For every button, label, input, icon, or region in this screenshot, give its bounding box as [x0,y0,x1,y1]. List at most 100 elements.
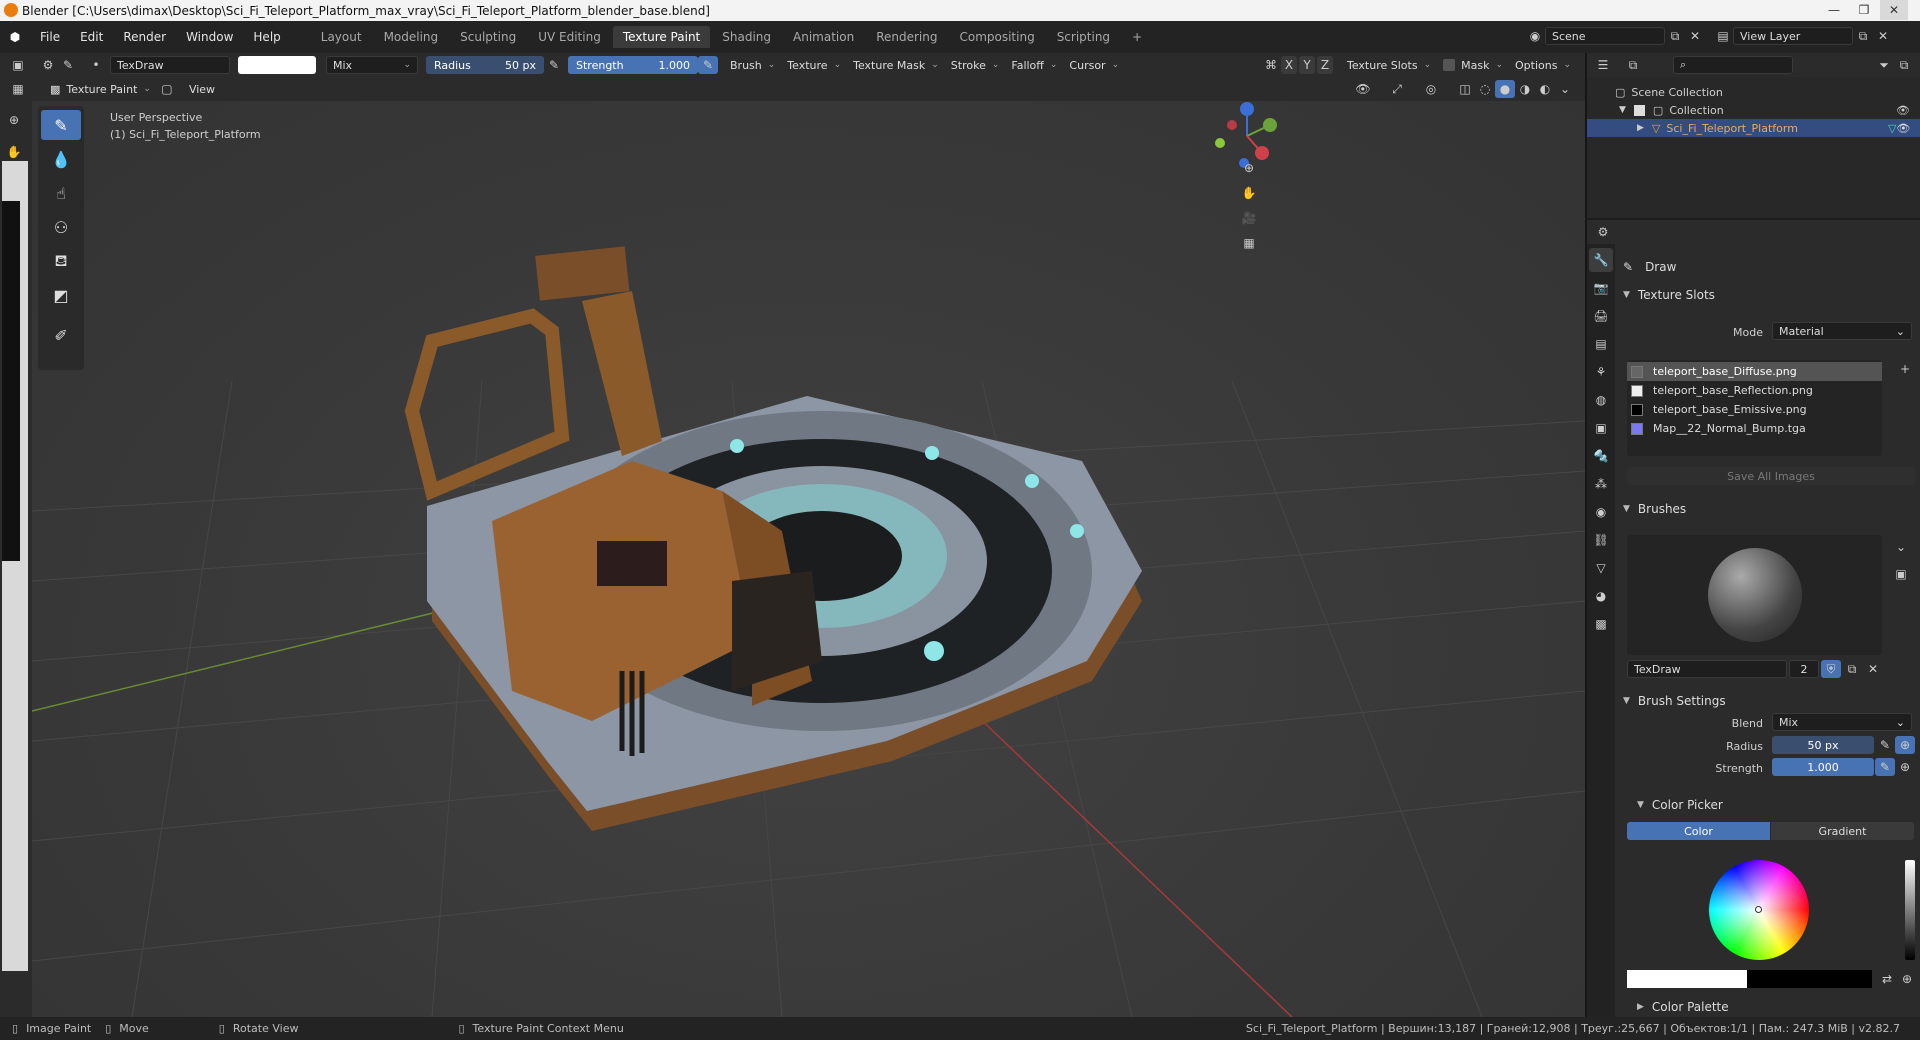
render-tab-icon[interactable]: 📷 [1589,276,1613,300]
view-layer-tab-icon[interactable]: ▤ [1589,332,1613,356]
outliner-row-scene-collection[interactable]: ▢ Scene Collection [1587,83,1920,101]
menu-file[interactable]: File [30,30,70,44]
constraints-tab-icon[interactable]: ⛓ [1589,528,1613,552]
swap-colors-icon[interactable]: ⇄ [1877,970,1897,988]
tab-compositing[interactable]: Compositing [949,26,1044,48]
particles-tab-icon[interactable]: ⁂ [1589,472,1613,496]
color-palette-header[interactable]: ▶ Color Palette [1637,996,1729,1018]
brush-name-field[interactable]: TexDraw [1627,660,1787,678]
camera-view-icon[interactable]: 🎥 [1239,209,1259,227]
annotate-icon[interactable]: ✐ [41,320,81,350]
texture-slot-item[interactable]: Map__22_Normal_Bump.tga [1627,419,1882,438]
editor-type-icon[interactable]: ▣ [8,56,28,74]
rendered-shading-icon[interactable]: ◐ [1535,80,1555,98]
strength-pressure-icon[interactable]: ✎ [1875,758,1895,776]
material-tab-icon[interactable]: ◕ [1589,584,1613,608]
unlink-brush-icon[interactable]: ✕ [1863,660,1883,678]
close-button[interactable]: ✕ [1880,0,1908,20]
tab-uv-editing[interactable]: UV Editing [528,26,611,48]
add-slot-icon[interactable]: + [1895,360,1915,378]
zoom-icon[interactable]: ⊕ [4,111,24,129]
tab-layout[interactable]: Layout [311,26,372,48]
brush-menu[interactable]: Brush ⌄ [724,56,782,74]
tab-shading[interactable]: Shading [712,26,781,48]
mode-dropdown[interactable]: ▩ Texture Paint ⌄ [44,80,157,98]
outliner-row-object[interactable]: ▶ ▽ Sci_Fi_Teleport_Platform ▽ 👁 [1587,119,1920,137]
primary-color-swatch[interactable] [1627,970,1747,988]
cursor-menu[interactable]: Cursor ⌄ [1063,56,1126,74]
hand-icon[interactable]: ✋ [4,143,24,161]
add-workspace-icon[interactable]: + [1122,26,1152,48]
outliner-editor-icon[interactable]: ☰ [1593,56,1613,74]
draw-brush-icon[interactable]: ✎ [41,110,81,140]
radius-unit-icon[interactable]: ⊕ [1895,736,1915,754]
new-scene-icon[interactable]: ⧉ [1665,27,1685,45]
solid-shading-icon[interactable]: ● [1495,80,1515,98]
view-menu[interactable]: View [182,80,222,98]
eye-icon[interactable]: 👁 [1896,104,1910,117]
menu-window[interactable]: Window [176,30,243,44]
scene-icon[interactable]: ◉ [1525,27,1545,45]
brush-name-field[interactable]: TexDraw [110,56,230,74]
scene-field[interactable]: Scene [1545,27,1665,45]
texture-slots-menu[interactable]: Texture Slots ⌄ [1340,56,1438,74]
color-wheel[interactable] [1709,860,1809,960]
axis-y-toggle[interactable]: Y [1298,56,1315,74]
image-editor-edge[interactable]: ⊕ ✋ [0,101,32,1017]
symmetry-icon[interactable]: ⌘ [1261,56,1281,74]
brush-image-icon[interactable]: ▣ [1891,565,1911,583]
menu-help[interactable]: Help [243,30,290,44]
radius-pressure-icon[interactable]: ✎ [544,56,564,74]
scene-tab-icon[interactable]: ⚘ [1589,360,1613,384]
tool-tab-icon[interactable]: 🔧 [1589,248,1613,272]
overlays-icon[interactable]: ◎ [1421,80,1441,98]
delete-view-layer-icon[interactable]: ✕ [1873,27,1893,45]
output-tab-icon[interactable]: 🖨 [1589,304,1613,328]
options-menu[interactable]: Options ⌄ [1509,56,1577,74]
tab-animation[interactable]: Animation [783,26,864,48]
tab-rendering[interactable]: Rendering [866,26,947,48]
delete-scene-icon[interactable]: ✕ [1685,27,1705,45]
visibility-icon[interactable]: 👁 [1353,80,1373,98]
grid-icon[interactable]: ▦ [8,80,28,98]
axis-z-toggle[interactable]: Z [1316,56,1333,74]
display-mode-icon[interactable]: ⧉ [1623,56,1643,74]
new-collection-icon[interactable]: ⧉ [1894,56,1914,74]
save-all-images-button[interactable]: Save All Images [1627,467,1915,485]
texture-slot-list[interactable]: teleport_base_Diffuse.png teleport_base_… [1627,360,1882,456]
3d-viewport[interactable]: User Perspective (1) Sci_Fi_Teleport_Pla… [32,101,1585,1017]
brush-tool-icon[interactable]: ✎ [58,56,78,74]
texture-slot-item[interactable]: teleport_base_Diffuse.png [1627,362,1882,381]
new-view-layer-icon[interactable]: ⧉ [1853,27,1873,45]
texture-mask-menu[interactable]: Texture Mask ⌄ [847,56,945,74]
radius-pressure-icon[interactable]: ✎ [1875,736,1895,754]
zoom-view-icon[interactable]: ⊕ [1239,159,1259,177]
world-tab-icon[interactable]: ◍ [1589,388,1613,412]
color-picker-header[interactable]: ▼ Color Picker [1637,794,1723,816]
smear-icon[interactable]: ☝ [41,178,81,208]
color-unit-icon[interactable]: ⊕ [1897,970,1917,988]
strength-pressure-icon[interactable]: ✎ [698,56,718,74]
physics-tab-icon[interactable]: ◉ [1589,500,1613,524]
tool-settings-icon[interactable]: ⚙ [38,56,58,74]
value-slider[interactable] [1905,860,1915,960]
paint-mask-icon[interactable]: ▢ [157,80,177,98]
tab-scripting[interactable]: Scripting [1047,26,1120,48]
material-shading-icon[interactable]: ◑ [1515,80,1535,98]
texture-slots-header[interactable]: ▼ Texture Slots [1623,284,1715,306]
color-tab[interactable]: Color [1627,822,1770,840]
properties-editor-icon[interactable]: ⚙ [1593,223,1613,241]
view-layer-field[interactable]: View Layer [1733,27,1853,45]
maximize-button[interactable]: ❐ [1850,0,1878,20]
tab-sculpting[interactable]: Sculpting [450,26,526,48]
brush-options-icon[interactable]: ⌄ [1891,538,1911,556]
brushes-header[interactable]: ▼ Brushes [1623,498,1686,520]
radius-slider[interactable]: Radius 50 px [426,56,544,74]
texture-slot-item[interactable]: teleport_base_Emissive.png [1627,400,1882,419]
blender-menu-icon[interactable]: ⬢ [0,30,30,44]
brush-dot-icon[interactable]: • [86,56,106,74]
brush-color-swatch[interactable] [238,56,316,74]
strength-slider[interactable]: 1.000 [1772,758,1874,776]
tab-texture-paint[interactable]: Texture Paint [612,26,711,48]
gizmo-icon[interactable]: ⤢ [1387,80,1407,98]
